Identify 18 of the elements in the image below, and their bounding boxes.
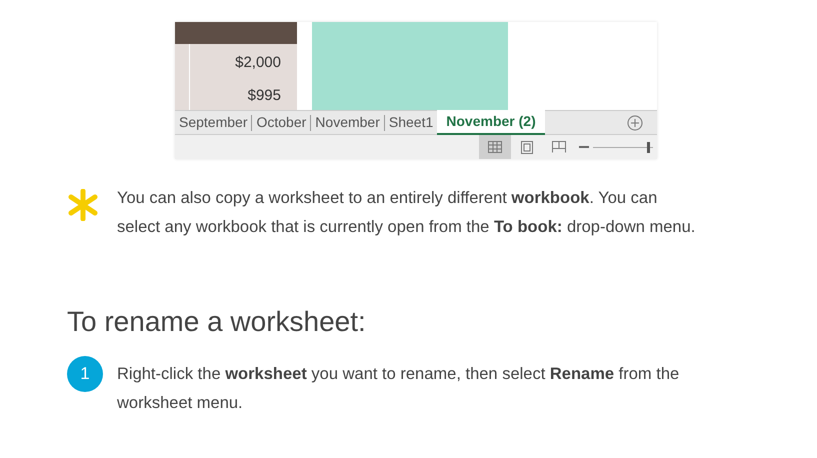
tip-text: You can also copy a worksheet to an entirely different workbook. You can select any workbook that is currently open from the To book: drop-down menu. — [117, 188, 696, 238]
section-heading: To rename a worksheet: — [67, 305, 367, 339]
asterisk-icon — [67, 189, 99, 221]
table-cell-text: $995 — [248, 86, 281, 106]
step-text: Right-click the worksheet you want to rename, then select Rename from the worksheet menu. — [117, 364, 680, 414]
sheet-tab[interactable]: Sheet1 — [384, 110, 438, 135]
zoom-slider-thumb[interactable] — [647, 142, 650, 152]
view-button[interactable] — [479, 135, 511, 159]
step-number: 1 — [67, 356, 103, 392]
grid-icon — [488, 141, 502, 153]
add-sheet-icon[interactable] — [627, 114, 643, 130]
sheet-tab[interactable]: November — [311, 110, 384, 135]
sheet-tab[interactable]: November (2) — [437, 110, 545, 134]
sheet-tab[interactable]: September — [175, 110, 252, 135]
page-break-icon — [552, 141, 566, 153]
table-cell-text: $2,000 — [235, 53, 281, 73]
sheet-tab[interactable]: October — [252, 110, 310, 135]
page-icon — [521, 140, 533, 154]
